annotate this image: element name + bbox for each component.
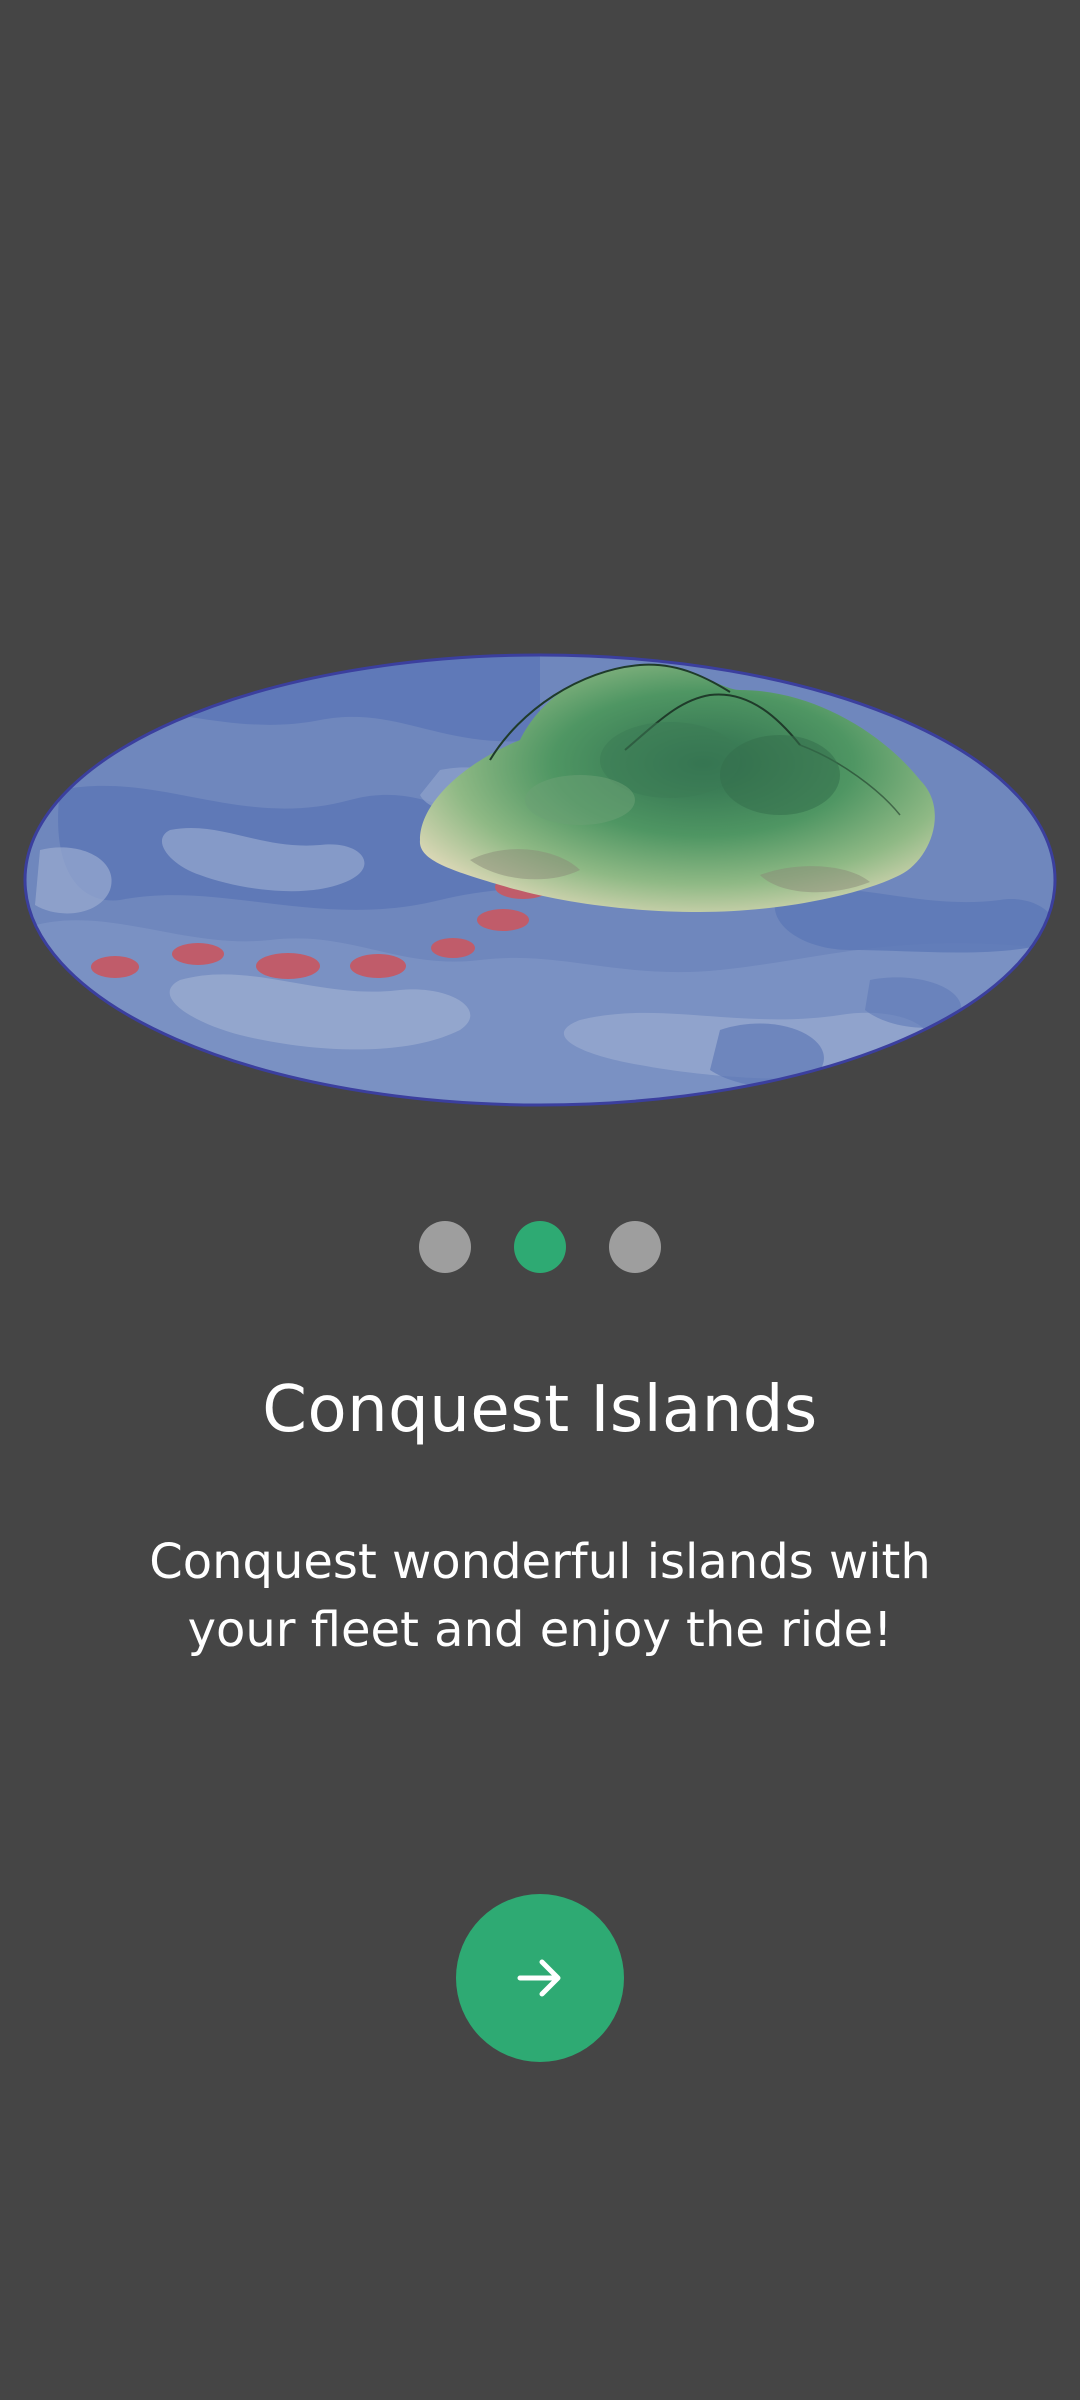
onboarding-title: Conquest Islands [262, 1373, 818, 1447]
island-map-illustration [20, 650, 1060, 1110]
onboarding-description: Conquest wonderful islands with your fle… [149, 1534, 931, 1658]
page-dot-1[interactable] [419, 1221, 471, 1273]
page-dot-2-active[interactable] [514, 1221, 566, 1273]
arrow-right-icon [510, 1948, 570, 2008]
page-dot-3[interactable] [609, 1221, 661, 1273]
next-button[interactable] [456, 1894, 624, 2062]
page-indicator [0, 1221, 1080, 1273]
